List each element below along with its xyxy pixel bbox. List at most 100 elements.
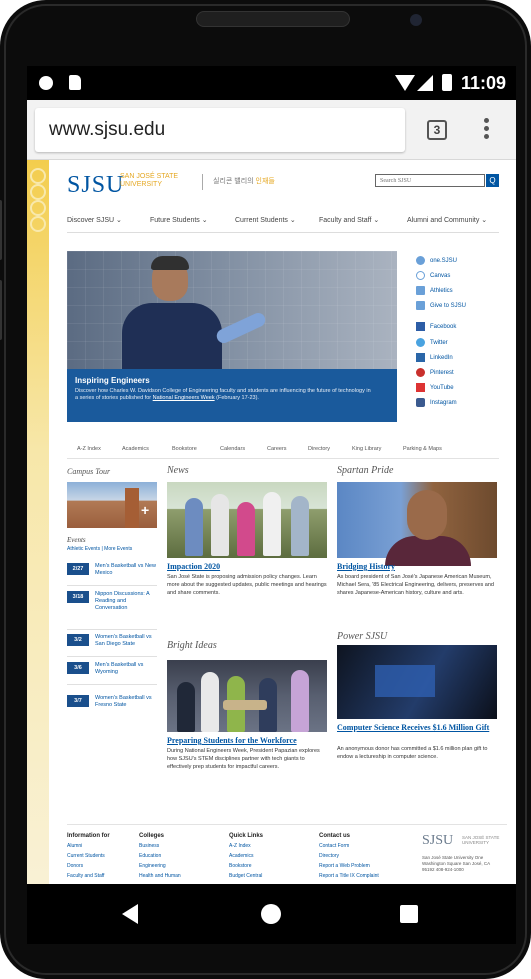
events-links: Athletic Events | More Events	[67, 546, 133, 552]
linkedin-icon	[416, 353, 425, 362]
nav-current-students[interactable]: Current Students ⌄	[235, 216, 296, 224]
event-title: Men's Basketball vs New Mexico	[95, 563, 156, 576]
hero-link[interactable]: National Engineers Week	[153, 395, 215, 401]
subnav-az-index[interactable]: A-Z Index	[77, 446, 101, 452]
link-canvas[interactable]: Canvas	[416, 271, 450, 283]
pride-person-body	[385, 536, 471, 566]
search-input[interactable]	[375, 174, 485, 187]
power-button	[0, 280, 2, 340]
footer-logo[interactable]: SJSU	[422, 833, 453, 849]
nav-discover[interactable]: Discover SJSU ⌄	[67, 216, 122, 224]
event-date: 3/6	[67, 662, 89, 674]
bright-ideas-heading: Bright Ideas	[167, 640, 217, 651]
phone-frame: 11:09 www.sjsu.edu 3 SJSU SAN JOSÉ STATE…	[0, 0, 531, 979]
link-twitter[interactable]: Twitter	[416, 338, 448, 350]
browser-toolbar: www.sjsu.edu 3	[27, 100, 516, 160]
logo-subtitle: SAN JOSÉ STATE UNIVERSITY	[120, 173, 179, 188]
events-heading: Events	[67, 536, 86, 544]
link-athletics[interactable]: Athletics	[416, 286, 453, 298]
ideas-title-link[interactable]: Preparing Students for the Workforce	[167, 736, 297, 745]
pride-text: As board president of San José's Japanes…	[337, 574, 494, 596]
power-sjsu-image[interactable]	[337, 645, 497, 719]
link-youtube[interactable]: YouTube	[416, 383, 454, 395]
power-title-link[interactable]: Computer Science Receives $1.6 Million G…	[337, 723, 502, 733]
event-item[interactable]: 3/18 Nippon Discussions: A Reading and C…	[67, 591, 157, 630]
footer-address: San José State University One Washington…	[422, 855, 490, 872]
link-one-sjsu[interactable]: one.SJSU	[416, 256, 457, 268]
footer-col-contact: Contact us Contact Form Directory Report…	[319, 833, 379, 879]
canvas-icon	[416, 271, 425, 280]
pride-title-link[interactable]: Bridging History	[337, 562, 395, 571]
tab-switcher-button[interactable]: 3	[427, 120, 447, 140]
status-time: 11:09	[461, 73, 507, 93]
nav-future-students[interactable]: Future Students ⌄	[150, 216, 208, 224]
monitor-illustration	[375, 665, 435, 697]
youtube-icon	[416, 383, 425, 392]
top-nav: Discover SJSU ⌄ Future Students ⌄ Curren…	[67, 216, 507, 226]
hero-title: Inspiring Engineers	[75, 376, 150, 385]
campus-tour-heading: Campus Tour	[67, 467, 111, 476]
signal-icon	[417, 75, 433, 91]
overflow-menu-icon[interactable]	[484, 118, 490, 142]
event-item[interactable]: 3/7 Women's Basketball vs Fresno State	[67, 695, 157, 719]
athletic-events-link[interactable]: Athletic Events	[67, 546, 100, 552]
subnav-calendars[interactable]: Calendars	[220, 446, 245, 452]
ideas-text: During National Engineers Week, Presiden…	[167, 748, 320, 770]
link-linkedin[interactable]: LinkedIn	[416, 353, 453, 365]
event-title: Women's Basketball vs San Diego State	[95, 634, 152, 647]
wifi-icon	[395, 75, 415, 91]
gift-icon	[416, 301, 425, 310]
event-title: Men's Basketball vs Wyoming	[95, 662, 144, 675]
event-item[interactable]: 3/6 Men's Basketball vs Wyoming	[67, 662, 157, 686]
back-icon[interactable]	[122, 904, 138, 924]
subnav-academics[interactable]: Academics	[122, 446, 149, 452]
event-date: 3/7	[67, 695, 89, 707]
hero-caption: Inspiring Engineers Discover how Charles…	[67, 369, 397, 422]
front-camera	[410, 14, 422, 26]
link-pinterest[interactable]: Pinterest	[416, 368, 454, 380]
news-title-link[interactable]: Impaction 2020	[167, 562, 220, 571]
home-icon[interactable]	[261, 904, 281, 924]
spartan-pride-heading: Spartan Pride	[337, 465, 394, 476]
secondary-nav: A-Z Index Academics Bookstore Calendars …	[77, 446, 497, 456]
sjsu-logo[interactable]: SJSU	[67, 172, 124, 199]
sd-card-icon	[69, 75, 81, 90]
event-item[interactable]: 3/2 Women's Basketball vs San Diego Stat…	[67, 634, 157, 658]
event-date: 2/27	[67, 563, 89, 575]
plus-icon: +	[141, 502, 150, 518]
recents-icon[interactable]	[400, 905, 418, 923]
search-button[interactable]: Q	[486, 174, 499, 187]
news-image[interactable]	[167, 482, 327, 558]
facebook-icon	[416, 322, 425, 331]
nav-faculty-staff[interactable]: Faculty and Staff ⌄	[319, 216, 379, 224]
volume-button	[0, 200, 2, 260]
subnav-careers[interactable]: Careers	[267, 446, 287, 452]
pinterest-icon	[416, 368, 425, 377]
url-bar[interactable]: www.sjsu.edu	[35, 108, 405, 152]
subnav-bookstore[interactable]: Bookstore	[172, 446, 197, 452]
event-date: 3/2	[67, 634, 89, 646]
event-item[interactable]: 2/27 Men's Basketball vs New Mexico	[67, 563, 157, 587]
subnav-parking-maps[interactable]: Parking & Maps	[403, 446, 442, 452]
battery-icon	[442, 74, 452, 91]
tower-illustration	[125, 488, 139, 528]
user-circle-icon	[416, 256, 425, 265]
hero-background	[67, 251, 397, 381]
news-text: San José State is proposing admission po…	[167, 574, 327, 596]
more-events-link[interactable]: More Events	[104, 546, 132, 552]
screen: 11:09 www.sjsu.edu 3 SJSU SAN JOSÉ STATE…	[27, 66, 516, 884]
quick-links: one.SJSU Canvas Athletics Give to SJSU F…	[416, 256, 506, 426]
hero-banner[interactable]: Inspiring Engineers Discover how Charles…	[67, 251, 397, 422]
bright-ideas-image[interactable]	[167, 660, 327, 732]
campus-tour-image[interactable]: +	[67, 482, 157, 528]
nav-alumni-community[interactable]: Alumni and Community ⌄	[407, 216, 487, 224]
footer-col-colleges: Colleges Business Education Engineering …	[139, 833, 181, 879]
spartan-pride-image[interactable]	[337, 482, 497, 566]
link-instagram[interactable]: Instagram	[416, 398, 457, 410]
link-facebook[interactable]: Facebook	[416, 322, 456, 334]
status-bar: 11:09	[27, 66, 516, 100]
subnav-king-library[interactable]: King Library	[352, 446, 381, 452]
pride-person-face	[407, 490, 447, 540]
link-give[interactable]: Give to SJSU	[416, 301, 466, 313]
subnav-directory[interactable]: Directory	[308, 446, 330, 452]
